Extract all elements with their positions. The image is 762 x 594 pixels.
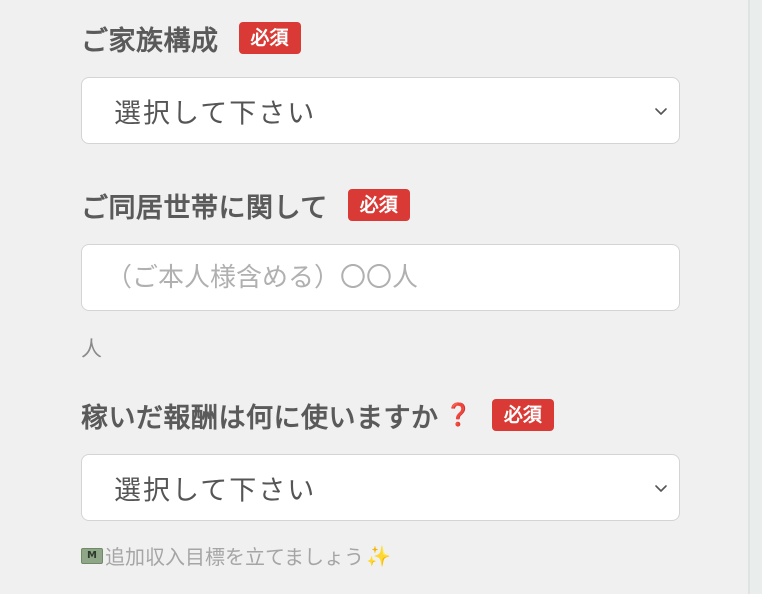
earnings-use-label: 稼いだ報酬は何に使いますか — [81, 402, 439, 434]
family-composition-field: ご家族構成 必須 選択して下さい — [81, 18, 680, 144]
family-composition-label: ご家族構成 — [81, 25, 219, 57]
earnings-use-hint: M 追加収入目標を立てましょう ✨ — [81, 541, 391, 570]
earnings-use-hint-text: 追加収入目標を立てましょう — [105, 545, 364, 569]
household-label: ご同居世帯に関して — [81, 192, 328, 224]
earnings-use-select[interactable]: 選択して下さい — [81, 454, 680, 521]
chevron-down-icon — [655, 107, 667, 115]
required-badge: 必須 — [347, 189, 410, 221]
form-panel: ご家族構成 必須 選択して下さい ご同居世帯に関して 必須 人 稼いだ報酬は何に… — [0, 0, 750, 594]
household-label-row: ご同居世帯に関して 必須 — [81, 185, 680, 225]
earnings-use-select-value: 選択して下さい — [114, 475, 317, 506]
required-badge: 必須 — [491, 399, 554, 431]
household-unit-label: 人 — [81, 337, 102, 361]
question-icon[interactable]: ❓ — [445, 403, 472, 428]
earnings-use-field: 稼いだ報酬は何に使いますか ❓ 必須 選択して下さい — [81, 395, 680, 521]
money-icon: M — [81, 547, 103, 564]
family-composition-select-value: 選択して下さい — [114, 98, 317, 129]
sparkle-icon: ✨ — [366, 543, 391, 568]
earnings-use-label-row: 稼いだ報酬は何に使いますか ❓ 必須 — [81, 395, 680, 435]
required-badge: 必須 — [238, 22, 301, 54]
family-composition-label-row: ご家族構成 必須 — [81, 18, 680, 58]
household-field: ご同居世帯に関して 必須 — [81, 185, 680, 311]
family-composition-select[interactable]: 選択して下さい — [81, 77, 680, 144]
chevron-down-icon — [655, 484, 667, 492]
household-count-input[interactable] — [81, 244, 680, 311]
